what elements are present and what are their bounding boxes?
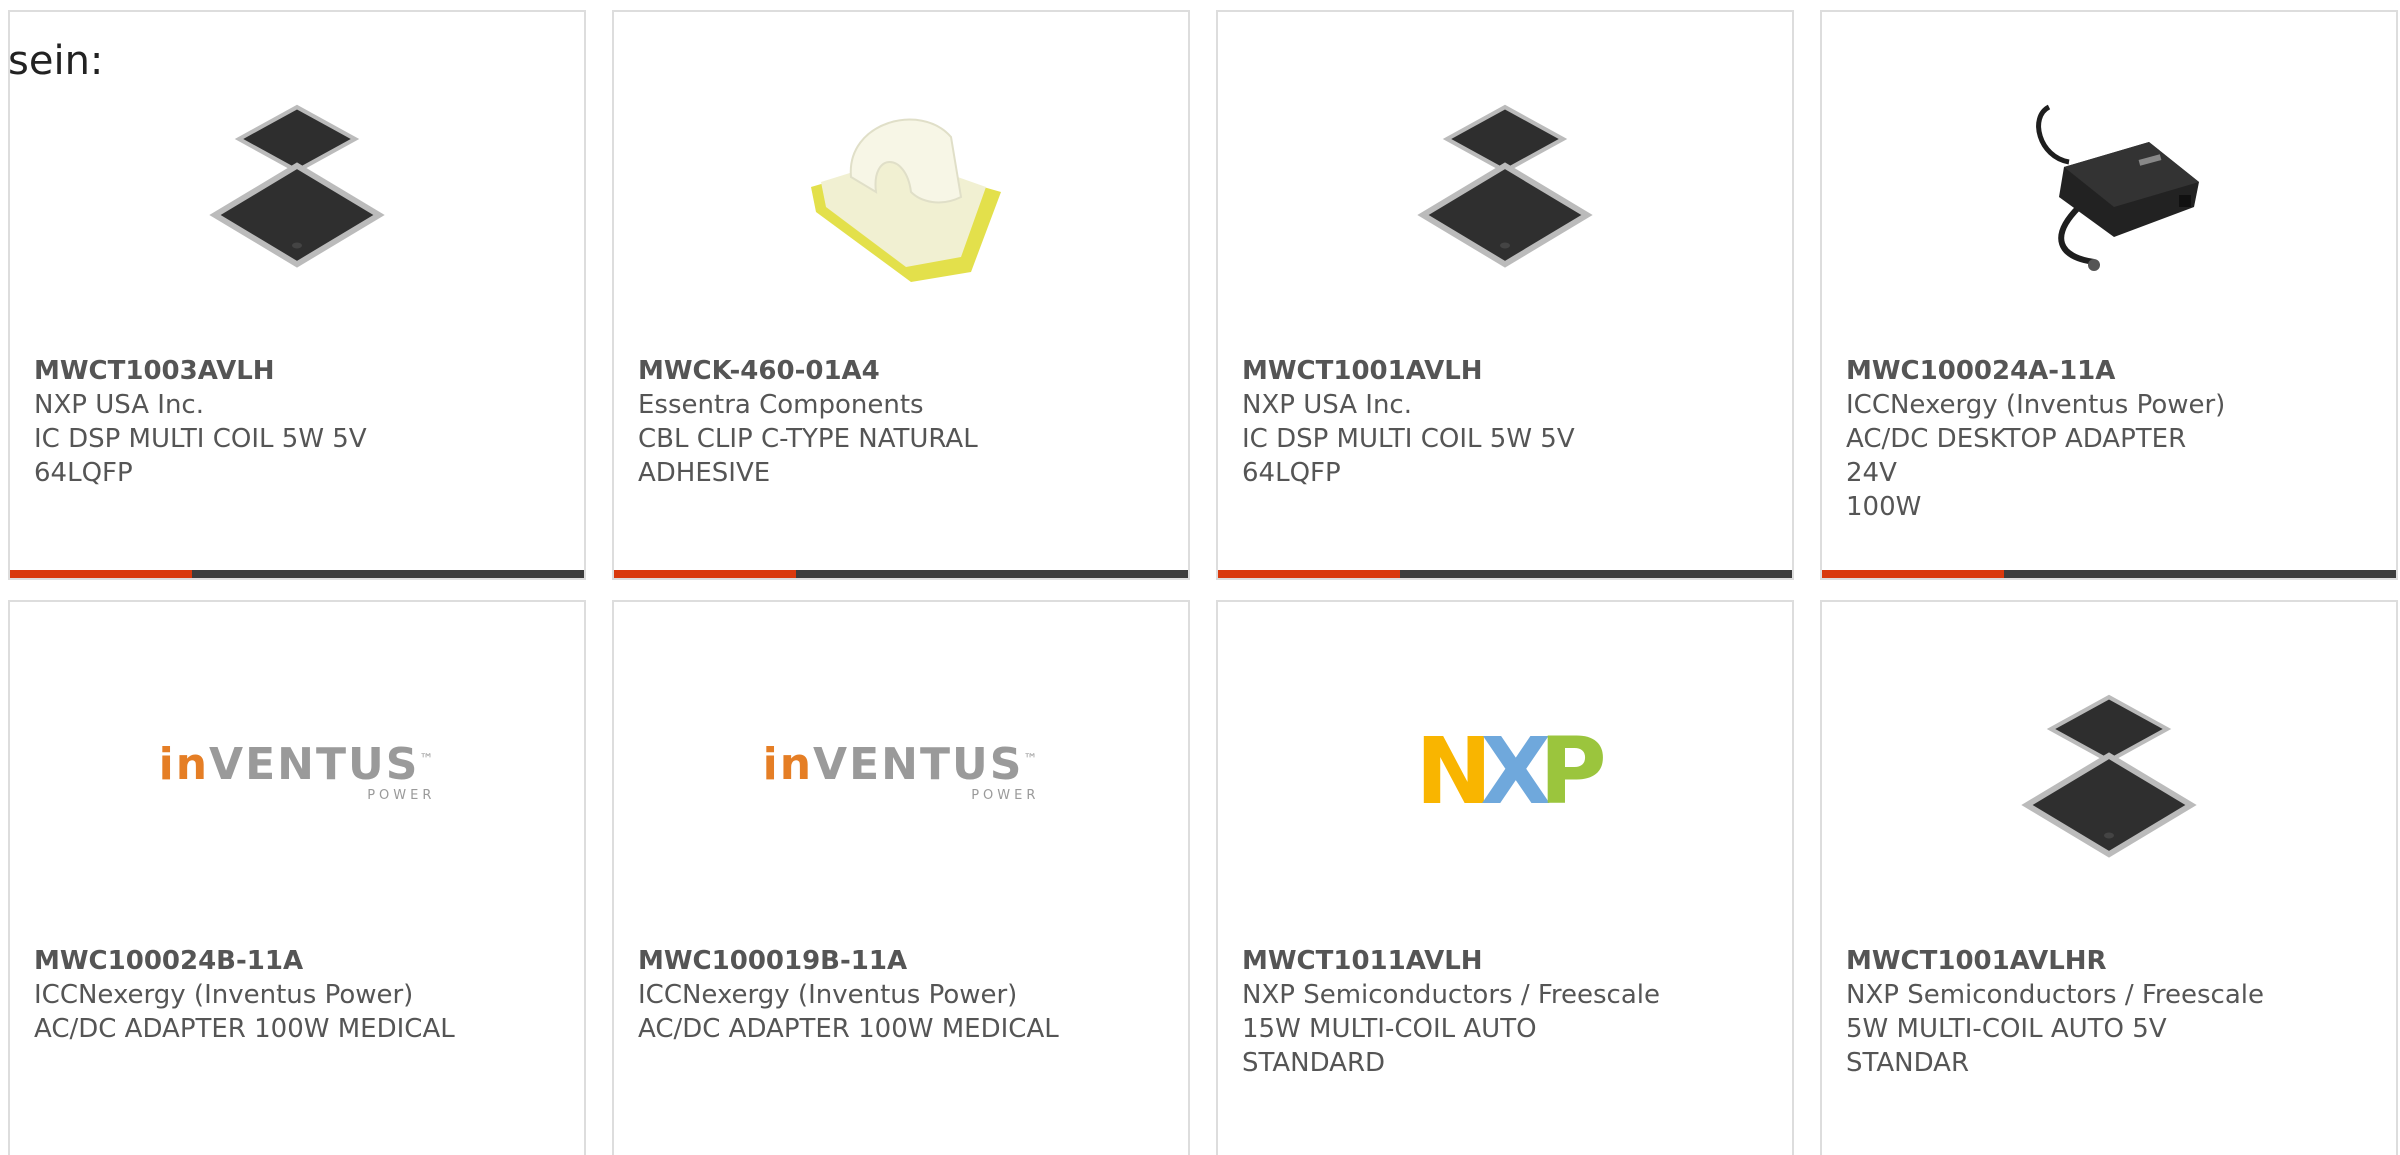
intro-text: sein:: [8, 38, 104, 84]
product-image: [614, 62, 1188, 302]
card-accent-bar: [1218, 570, 1792, 578]
cable-clip-image: [811, 118, 1001, 282]
product-image: NXP: [1218, 652, 1792, 892]
product-info: MWC100024A-11A ICCNexergy (Inventus Powe…: [1846, 354, 2372, 524]
product-info: MWCT1011AVLH NXP Semiconductors / Freesc…: [1242, 944, 1768, 1080]
description-line: IC DSP MULTI COIL 5W 5V: [1242, 424, 1575, 454]
product-image: [10, 62, 584, 302]
description-line: 15W MULTI-COIL AUTO: [1242, 1014, 1537, 1044]
product-info: MWCT1001AVLH NXP USA Inc. IC DSP MULTI C…: [1242, 354, 1768, 490]
manufacturer: ICCNexergy (Inventus Power): [34, 980, 414, 1010]
desktop-adapter-image: [2036, 104, 2199, 271]
card-accent-bar: [1822, 570, 2396, 578]
product-card[interactable]: inVENTUS™ POWER MWC100024B-11A ICCNexerg…: [8, 600, 586, 1155]
description-line: STANDAR: [1846, 1048, 1970, 1078]
product-info: MWCT1001AVLHR NXP Semiconductors / Frees…: [1846, 944, 2372, 1080]
part-number-link[interactable]: MWC100024B-11A: [34, 944, 560, 978]
manufacturer: NXP USA Inc.: [34, 390, 204, 420]
product-card[interactable]: MWC100024A-11A ICCNexergy (Inventus Powe…: [1820, 10, 2398, 580]
product-card[interactable]: MWCT1001AVLH NXP USA Inc. IC DSP MULTI C…: [1216, 10, 1794, 580]
nxp-logo: NXP: [1415, 718, 1606, 825]
description-line: AC/DC ADAPTER 100W MEDICAL: [34, 1014, 455, 1044]
part-number-link[interactable]: MWCT1011AVLH: [1242, 944, 1768, 978]
product-image: [1822, 652, 2396, 892]
product-card[interactable]: NXP MWCT1011AVLH NXP Semiconductors / Fr…: [1216, 600, 1794, 1155]
part-number-link[interactable]: MWC100019B-11A: [638, 944, 1164, 978]
accent-red-segment: [10, 570, 192, 578]
qfp-chip-image: [1417, 104, 1593, 268]
product-info: MWCT1003AVLH NXP USA Inc. IC DSP MULTI C…: [34, 354, 560, 490]
page: sein: MWCT1003AVLH NXP USA Inc. IC DSP M…: [0, 0, 2400, 1155]
manufacturer: NXP Semiconductors / Freescale: [1846, 980, 2265, 1010]
product-info: MWCK-460-01A4 Essentra Components CBL CL…: [638, 354, 1164, 490]
product-grid: MWCT1003AVLH NXP USA Inc. IC DSP MULTI C…: [8, 10, 2400, 1155]
part-number-link[interactable]: MWCK-460-01A4: [638, 354, 1164, 388]
manufacturer: NXP USA Inc.: [1242, 390, 1412, 420]
description-line: 64LQFP: [1242, 458, 1341, 488]
description-line: 64LQFP: [34, 458, 133, 488]
description-line: STANDARD: [1242, 1048, 1386, 1078]
description-line: AC/DC DESKTOP ADAPTER 24V: [1846, 424, 2187, 488]
product-info: MWC100024B-11A ICCNexergy (Inventus Powe…: [34, 944, 560, 1046]
accent-red-segment: [1822, 570, 2004, 578]
description-line: AC/DC ADAPTER 100W MEDICAL: [638, 1014, 1059, 1044]
manufacturer: NXP Semiconductors / Freescale: [1242, 980, 1661, 1010]
product-image: [1218, 62, 1792, 302]
product-card[interactable]: MWCT1003AVLH NXP USA Inc. IC DSP MULTI C…: [8, 10, 586, 580]
card-accent-bar: [10, 570, 584, 578]
product-image: inVENTUS™ POWER: [614, 652, 1188, 892]
product-card[interactable]: inVENTUS™ POWER MWC100019B-11A ICCNexerg…: [612, 600, 1190, 1155]
manufacturer: ICCNexergy (Inventus Power): [638, 980, 1018, 1010]
qfp-chip-image: [2021, 694, 2197, 858]
description-line: ADHESIVE: [638, 458, 771, 488]
product-card[interactable]: MWCK-460-01A4 Essentra Components CBL CL…: [612, 10, 1190, 580]
inventus-logo: inVENTUS™ POWER: [762, 738, 1040, 803]
description-line: CBL CLIP C-TYPE NATURAL: [638, 424, 978, 454]
description-line: IC DSP MULTI COIL 5W 5V: [34, 424, 367, 454]
manufacturer: Essentra Components: [638, 390, 924, 420]
product-info: MWC100019B-11A ICCNexergy (Inventus Powe…: [638, 944, 1164, 1046]
part-number-link[interactable]: MWCT1001AVLH: [1242, 354, 1768, 388]
card-accent-bar: [614, 570, 1188, 578]
part-number-link[interactable]: MWCT1001AVLHR: [1846, 944, 2372, 978]
manufacturer: ICCNexergy (Inventus Power): [1846, 390, 2226, 420]
inventus-logo: inVENTUS™ POWER: [158, 738, 436, 803]
accent-red-segment: [1218, 570, 1400, 578]
description-line: 5W MULTI-COIL AUTO 5V: [1846, 1014, 2167, 1044]
description-line: 100W: [1846, 492, 1922, 522]
part-number-link[interactable]: MWC100024A-11A: [1846, 354, 2372, 388]
product-image: inVENTUS™ POWER: [10, 652, 584, 892]
accent-red-segment: [614, 570, 796, 578]
product-card[interactable]: MWCT1001AVLHR NXP Semiconductors / Frees…: [1820, 600, 2398, 1155]
product-image: [1822, 62, 2396, 302]
qfp-chip-image: [209, 104, 385, 268]
part-number-link[interactable]: MWCT1003AVLH: [34, 354, 560, 388]
